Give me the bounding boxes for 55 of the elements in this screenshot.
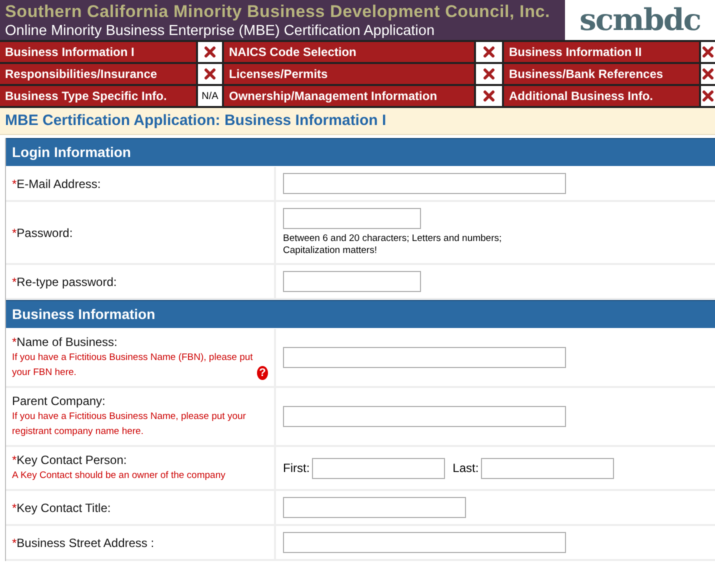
nav-tab[interactable]: Business Type Specific Info. [0, 86, 196, 106]
field-label: Parent Company: [12, 394, 106, 408]
input-field[interactable] [283, 208, 421, 229]
field-label: Name of Business: [16, 335, 118, 349]
page-title: MBE Certification Application: Business Information I [0, 108, 715, 135]
status-text: N/A [202, 90, 218, 102]
help-icon[interactable]: ? [257, 366, 268, 380]
required-mark: * [12, 335, 17, 349]
first-name-field[interactable] [312, 458, 445, 478]
field-label: Password: [16, 226, 73, 240]
logo: scmbdc [565, 0, 715, 40]
input-field[interactable] [283, 497, 466, 518]
x-icon [483, 68, 495, 80]
nav-tab[interactable]: Additional Business Info. [504, 86, 699, 106]
field-note: Between 6 and 20 characters; Letters and numbers; Capitalization matters! [283, 233, 503, 257]
input-field[interactable] [283, 347, 566, 368]
section-header: Business Information [6, 300, 715, 328]
last-name-field[interactable] [480, 458, 614, 478]
nav-tab[interactable]: Business Information I [0, 42, 196, 62]
field-label: Key Contact Person: [16, 453, 127, 467]
field-hint: A Key Contact should be an owner of the company [12, 469, 226, 483]
nav-tab[interactable]: Business Information II [504, 42, 699, 62]
x-icon [204, 46, 216, 58]
required-mark: * [12, 500, 17, 514]
required-mark: * [12, 226, 17, 240]
field-label: Business Street Address : [16, 536, 154, 550]
required-mark: * [12, 274, 17, 288]
x-icon [483, 46, 495, 58]
input-field[interactable] [283, 173, 566, 194]
input-field[interactable] [283, 406, 566, 427]
required-mark: * [12, 176, 17, 190]
field-hint: If you have a Fictitious Business Name (FBN), please put your FBN here. [12, 351, 254, 380]
nav-tab[interactable]: Ownership/Management Information [224, 86, 474, 106]
x-icon [204, 68, 216, 80]
nav-tab[interactable]: Responsibilities/Insurance [0, 64, 196, 84]
nav-tab[interactable]: Business/Bank References [504, 64, 699, 84]
last-label: Last: [452, 461, 479, 475]
x-icon [702, 46, 714, 58]
section-header: Login Information [6, 138, 715, 166]
council-title: Southern California Minority Business Development Council, Inc. [5, 2, 552, 22]
app-subtitle: Online Minority Business Enterprise (MBE) Certification Application [5, 23, 436, 39]
field-hint: If you have a Fictitious Business Name, please put your registrant company name here. [12, 410, 247, 439]
x-icon [702, 90, 714, 102]
x-icon [702, 68, 714, 80]
required-mark: * [12, 453, 17, 467]
field-label: Key Contact Title: [16, 500, 111, 514]
field-label: E-Mail Address: [16, 176, 101, 190]
first-label: First: [283, 461, 310, 475]
input-field[interactable] [283, 271, 421, 292]
field-label: Re-type password: [16, 274, 117, 288]
nav-tab[interactable]: Licenses/Permits [224, 64, 474, 84]
nav-tab[interactable]: NAICS Code Selection [224, 42, 474, 62]
x-icon [483, 90, 495, 102]
input-field[interactable] [283, 532, 566, 553]
required-mark: * [12, 536, 17, 550]
